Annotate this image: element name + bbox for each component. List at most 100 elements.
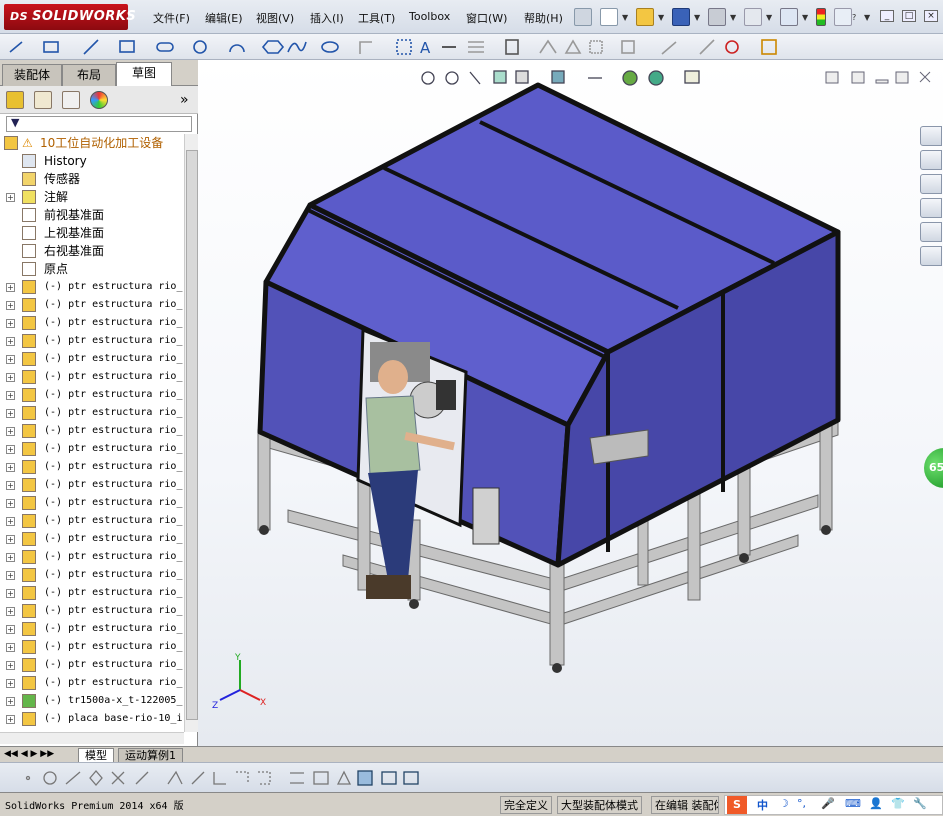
expand-toggle-icon[interactable]: + <box>6 679 15 688</box>
tree-item[interactable]: 右视基准面 <box>0 242 184 260</box>
sogou-ime-icon[interactable]: S <box>727 796 747 814</box>
chevron-down-icon[interactable]: ▼ <box>864 13 870 22</box>
close-icon[interactable]: × <box>924 10 938 22</box>
new-document-icon[interactable] <box>600 8 618 26</box>
tab-assembly[interactable]: 装配体 <box>2 64 62 86</box>
scrollbar-thumb[interactable] <box>186 150 198 720</box>
tree-item[interactable]: + (-) ptr estructura rio_ <box>0 494 184 512</box>
tree-vertical-scrollbar[interactable] <box>184 134 198 732</box>
ime-user-icon[interactable]: 👤 <box>869 797 883 810</box>
expand-toggle-icon[interactable]: + <box>6 409 15 418</box>
appearance-manager-icon[interactable] <box>90 91 108 109</box>
tab-layout[interactable]: 布局 <box>62 64 116 86</box>
tree-item[interactable]: + (-) ptr estructura rio_ <box>0 638 184 656</box>
menu-help[interactable]: 帮助(H) <box>524 10 563 26</box>
tree-item[interactable]: 原点 <box>0 260 184 278</box>
chevron-down-icon[interactable]: ▼ <box>766 13 772 22</box>
line-icon[interactable] <box>65 771 81 785</box>
ime-skin-icon[interactable]: 👕 <box>891 797 905 810</box>
solidworks-logo[interactable]: DS SOLIDWORKS <box>4 4 136 30</box>
linear-pattern-icon[interactable] <box>589 40 603 54</box>
pin-icon[interactable] <box>574 8 592 26</box>
tab-sketch[interactable]: 草图 <box>116 62 172 86</box>
expand-toggle-icon[interactable]: + <box>6 643 15 652</box>
tree-item[interactable]: + (-) ptr estructura rio_ <box>0 386 184 404</box>
tree-item[interactable]: + (-) ptr estructura rio_ <box>0 584 184 602</box>
tree-item[interactable]: 前视基准面 <box>0 206 184 224</box>
task-pane-file-explorer-icon[interactable] <box>920 174 942 194</box>
tree-item[interactable]: + (-) ptr estructura rio_ <box>0 530 184 548</box>
expand-toggle-icon[interactable]: + <box>6 319 15 328</box>
trim-icon[interactable] <box>468 41 484 53</box>
expand-toggle-icon[interactable]: + <box>6 427 15 436</box>
convert-entities-icon[interactable] <box>396 39 412 55</box>
polygon-icon[interactable] <box>261 40 285 54</box>
ime-punctuation-icon[interactable]: °, <box>797 797 806 810</box>
tree-item[interactable]: + (-) ptr estructura rio_ <box>0 296 184 314</box>
warning-relations-icon[interactable] <box>564 39 582 54</box>
expand-toggle-icon[interactable]: + <box>6 463 15 472</box>
circle-icon[interactable] <box>43 771 57 785</box>
intersection-icon[interactable] <box>111 771 125 785</box>
tree-item[interactable]: + (-) ptr estructura rio_ <box>0 674 184 692</box>
ime-mode-icon[interactable]: 中 <box>757 797 768 813</box>
expand-toggle-icon[interactable]: + <box>6 553 15 562</box>
property-manager-icon[interactable] <box>34 91 52 109</box>
rectangle-icon[interactable] <box>119 40 135 53</box>
smart-dimension-icon[interactable] <box>43 41 59 53</box>
expand-toggle-icon[interactable]: + <box>6 337 15 346</box>
menu-window[interactable]: 窗口(W) <box>466 10 507 26</box>
tree-item[interactable]: History <box>0 152 184 170</box>
rebuild-traffic-light-icon[interactable] <box>816 8 826 26</box>
expand-toggle-icon[interactable]: + <box>6 499 15 508</box>
wireframe-icon[interactable] <box>403 771 419 785</box>
line-icon[interactable] <box>83 39 99 55</box>
tree-item[interactable]: + (-) ptr estructura rio_ <box>0 368 184 386</box>
move-entities-icon[interactable] <box>621 40 635 54</box>
quick-snaps-icon[interactable] <box>725 40 739 54</box>
sketch-icon[interactable] <box>9 41 23 53</box>
rapid-sketch-icon[interactable] <box>761 39 777 55</box>
tree-item[interactable]: + (-) ptr estructura rio_ <box>0 332 184 350</box>
ime-keyboard-icon[interactable]: ⌨ <box>845 797 861 810</box>
task-pane-design-library-icon[interactable] <box>920 150 942 170</box>
tab-motion-study[interactable]: 运动算例1 <box>118 748 183 763</box>
tree-item[interactable]: + (-) ptr estructura rio_ <box>0 422 184 440</box>
repair-sketch-icon[interactable] <box>699 39 715 55</box>
ime-tools-icon[interactable]: 🔧 <box>913 797 927 810</box>
tree-item[interactable]: + (-) ptr estructura rio_ <box>0 458 184 476</box>
tree-item[interactable]: 上视基准面 <box>0 224 184 242</box>
vertical-icon[interactable] <box>258 771 271 785</box>
perpendicular-icon[interactable] <box>191 771 205 785</box>
tree-item[interactable]: + (-) ptr estructura rio_ <box>0 620 184 638</box>
tree-item[interactable]: + (-) ptr estructura rio_ <box>0 404 184 422</box>
menu-toolbox[interactable]: Toolbox <box>409 10 450 23</box>
restore-icon[interactable]: □ <box>902 10 916 22</box>
tree-item[interactable]: + (-) ptr estructura rio_ <box>0 602 184 620</box>
tree-item[interactable]: + (-) ptr estructura rio_ <box>0 512 184 530</box>
ime-toolbar[interactable]: S 中 ☽ °, 🎤 ⌨ 👤 👕 🔧 <box>724 795 943 815</box>
chevron-down-icon[interactable]: ▼ <box>730 13 736 22</box>
chevron-down-icon[interactable]: ▼ <box>694 13 700 22</box>
tree-item[interactable]: + (-) ptr estructura rio_ <box>0 440 184 458</box>
open-folder-icon[interactable] <box>636 8 654 26</box>
ime-moon-icon[interactable]: ☽ <box>779 797 789 810</box>
expand-toggle-icon[interactable]: + <box>6 355 15 364</box>
undo-icon[interactable] <box>744 8 762 26</box>
angle-icon[interactable] <box>313 771 329 785</box>
ime-voice-icon[interactable]: 🎤 <box>821 797 835 810</box>
grid-icon[interactable] <box>290 772 304 784</box>
minimize-icon[interactable]: _ <box>880 10 894 22</box>
task-pane-view-palette-icon[interactable] <box>920 198 942 218</box>
expand-toggle-icon[interactable]: + <box>6 517 15 526</box>
expand-toggle-icon[interactable]: + <box>6 373 15 382</box>
tangent-icon[interactable] <box>135 771 149 785</box>
expand-toggle-icon[interactable]: + <box>6 283 15 292</box>
graphics-area[interactable]: Y X Z <box>198 60 943 746</box>
tree-item[interactable]: + (-) ptr estructura rio_ <box>0 278 184 296</box>
tree-item[interactable]: + (-) tr1500a-x_t-122005_ <box>0 692 184 710</box>
midpoint-icon[interactable] <box>167 770 183 785</box>
shaded-icon[interactable] <box>381 771 397 785</box>
point-icon[interactable] <box>25 775 31 781</box>
expand-toggle-icon[interactable]: + <box>6 481 15 490</box>
